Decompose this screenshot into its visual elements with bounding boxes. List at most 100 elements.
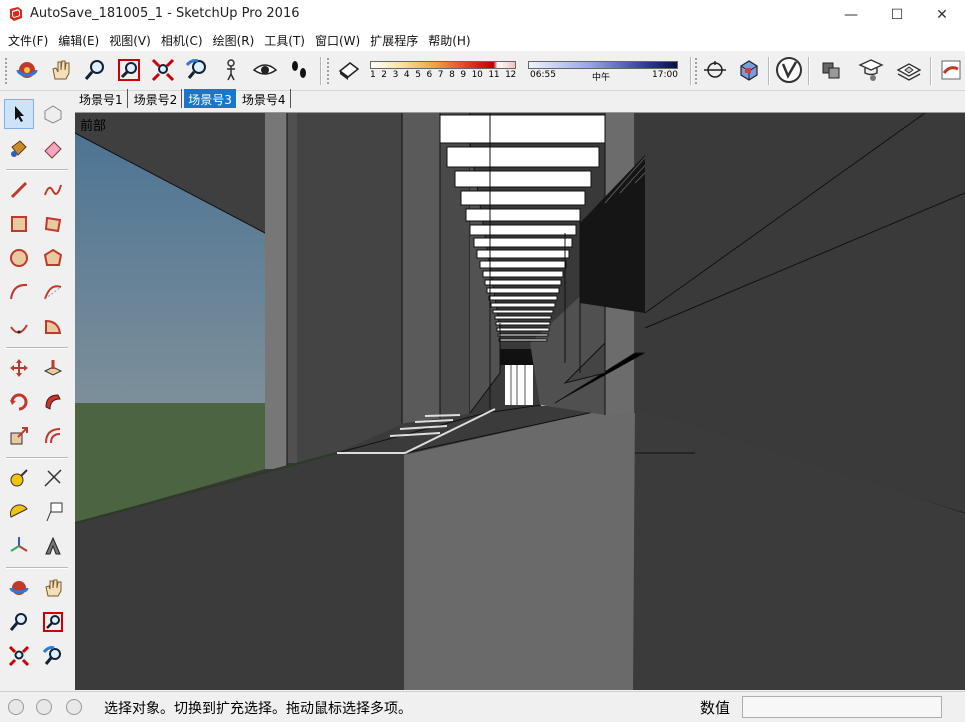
- vray-logo-icon[interactable]: [774, 55, 804, 85]
- send-to-layout-icon[interactable]: [936, 55, 965, 85]
- select-arrow-icon[interactable]: [4, 99, 34, 129]
- pie-icon[interactable]: [38, 311, 68, 341]
- main-toolbar: 1 2 3 4 5 6 7 8 9 10 11 12 06:55 中午 17:0…: [0, 51, 965, 91]
- close-button[interactable]: ✕: [919, 0, 965, 29]
- pan-hand-icon[interactable]: [38, 573, 68, 603]
- freehand-icon[interactable]: [38, 175, 68, 205]
- previous-view-icon[interactable]: [182, 55, 212, 85]
- credits-icon[interactable]: [36, 699, 52, 715]
- menu-file[interactable]: 文件(F): [3, 29, 53, 51]
- time-mid-label: 中午: [592, 73, 611, 83]
- section-plane-icon[interactable]: [700, 55, 730, 85]
- zoom-icon[interactable]: [80, 55, 110, 85]
- toolbar-grip[interactable]: [694, 57, 698, 85]
- zoom-icon[interactable]: [4, 607, 34, 637]
- offset-icon[interactable]: [38, 421, 68, 451]
- drawing-viewport[interactable]: 前部: [75, 112, 965, 690]
- corridor-render: [75, 113, 965, 690]
- position-camera-icon[interactable]: [216, 55, 246, 85]
- scene-tabs: 场景号1 场景号2 场景号3 场景号4: [75, 89, 293, 109]
- month-label: 7: [437, 70, 444, 80]
- month-label: 11: [488, 70, 500, 80]
- orbit-icon[interactable]: [12, 55, 42, 85]
- time-start-label: 06:55: [530, 70, 556, 80]
- previous-view-icon[interactable]: [38, 641, 68, 671]
- push-pull-icon[interactable]: [38, 353, 68, 383]
- menu-tools[interactable]: 工具(T): [259, 29, 310, 51]
- warehouse-graduation-icon[interactable]: [856, 55, 886, 85]
- tape-measure-icon[interactable]: [4, 463, 34, 493]
- orbit-icon[interactable]: [4, 573, 34, 603]
- polygon-icon[interactable]: [38, 243, 68, 273]
- rotated-rectangle-icon[interactable]: [38, 209, 68, 239]
- rectangle-icon[interactable]: [4, 209, 34, 239]
- extension-warehouse-icon[interactable]: [894, 55, 924, 85]
- axes-icon[interactable]: [4, 531, 34, 561]
- maximize-button[interactable]: ☐: [874, 0, 920, 29]
- tab-scene-1[interactable]: 场景号1: [75, 89, 128, 108]
- shadow-time-labels: 06:55 中午 17:00: [528, 70, 678, 83]
- title-bar: AutoSave_181005_1 - SketchUp Pro 2016 — …: [0, 0, 965, 29]
- shadows-toggle-icon[interactable]: [334, 55, 364, 85]
- zoom-extents-icon[interactable]: [4, 641, 34, 671]
- menu-draw[interactable]: 绘图(R): [208, 29, 260, 51]
- menu-camera[interactable]: 相机(C): [156, 29, 208, 51]
- toolbar-separator: [930, 57, 932, 85]
- view-name-label: 前部: [80, 119, 107, 134]
- status-bar: 选择对象。切换到扩充选择。拖动鼠标选择多项。 数值: [0, 691, 965, 722]
- three-point-arc-icon[interactable]: [4, 311, 34, 341]
- month-label: 6: [426, 70, 432, 80]
- paint-bucket-icon[interactable]: [4, 133, 34, 163]
- zoom-extents-icon[interactable]: [148, 55, 178, 85]
- toolbar-grip[interactable]: [4, 57, 8, 85]
- minimize-button[interactable]: —: [828, 0, 874, 29]
- menu-help[interactable]: 帮助(H): [423, 29, 475, 51]
- rotate-icon[interactable]: [4, 387, 34, 417]
- month-label: 10: [471, 70, 483, 80]
- shadow-time-gradient[interactable]: [528, 61, 678, 69]
- two-point-arc-icon[interactable]: [38, 277, 68, 307]
- toolbar-separator: [6, 567, 68, 569]
- month-label: 12: [505, 70, 516, 80]
- menu-window[interactable]: 窗口(W): [310, 29, 365, 51]
- shadow-month-slider[interactable]: 1 2 3 4 5 6 7 8 9 10 11 12: [370, 61, 516, 80]
- toolbar-separator: [690, 57, 692, 85]
- left-toolbar: [0, 91, 72, 691]
- shadow-time-slider[interactable]: 06:55 中午 17:00: [528, 61, 678, 83]
- follow-me-icon[interactable]: [38, 387, 68, 417]
- zoom-window-icon[interactable]: [114, 55, 144, 85]
- 3d-text-icon[interactable]: [38, 531, 68, 561]
- toolbar-grip[interactable]: [326, 57, 330, 85]
- zoom-window-icon[interactable]: [38, 607, 68, 637]
- pan-hand-icon[interactable]: [46, 55, 76, 85]
- text-label-icon[interactable]: [38, 497, 68, 527]
- menu-view[interactable]: 视图(V): [104, 29, 156, 51]
- tab-scene-3[interactable]: 场景号3: [184, 89, 236, 108]
- make-component-icon[interactable]: [38, 99, 68, 129]
- protractor-icon[interactable]: [4, 497, 34, 527]
- move-icon[interactable]: [4, 353, 34, 383]
- menu-extensions[interactable]: 扩展程序: [365, 29, 423, 51]
- toolbar-separator: [6, 169, 68, 171]
- shadow-month-gradient[interactable]: [370, 61, 516, 69]
- walk-footprints-icon[interactable]: [284, 55, 314, 85]
- layers-stack-icon[interactable]: [816, 55, 846, 85]
- circle-icon[interactable]: [4, 243, 34, 273]
- toolbar-separator: [6, 347, 68, 349]
- menu-edit[interactable]: 编辑(E): [53, 29, 104, 51]
- geolocation-icon[interactable]: [8, 699, 24, 715]
- user-account-icon[interactable]: [66, 699, 82, 715]
- measurements-input[interactable]: [742, 696, 942, 718]
- component-box-icon[interactable]: [734, 55, 764, 85]
- dimension-icon[interactable]: [38, 463, 68, 493]
- month-label: 5: [415, 70, 421, 80]
- scale-icon[interactable]: [4, 421, 34, 451]
- arc-icon[interactable]: [4, 277, 34, 307]
- toolbar-separator: [6, 457, 68, 459]
- tab-scene-2[interactable]: 场景号2: [130, 89, 183, 108]
- eraser-icon[interactable]: [38, 133, 68, 163]
- tab-scene-4[interactable]: 场景号4: [238, 89, 291, 108]
- month-label: 8: [449, 70, 455, 80]
- line-pencil-icon[interactable]: [4, 175, 34, 205]
- look-around-eye-icon[interactable]: [250, 55, 280, 85]
